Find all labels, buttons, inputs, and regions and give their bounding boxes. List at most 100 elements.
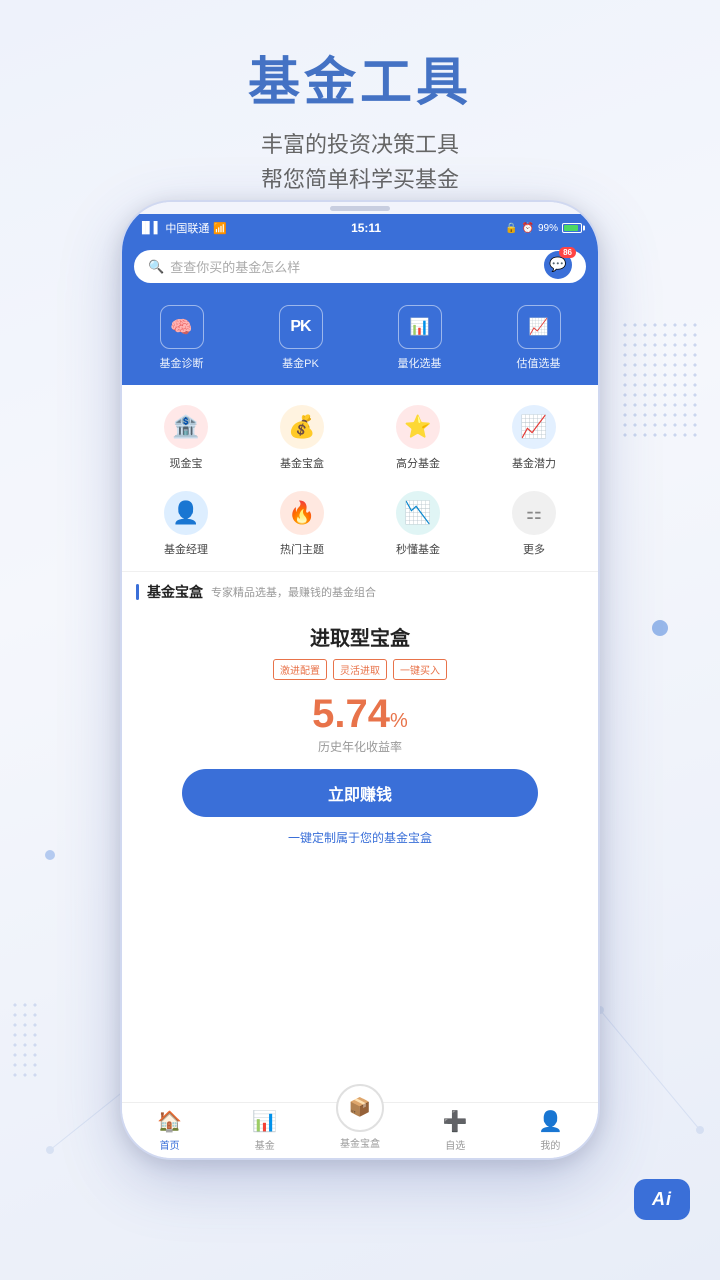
quick-icon-box: 💰: [280, 405, 324, 449]
nav-item-home[interactable]: 🏠 首页: [122, 1103, 217, 1158]
section-title: 基金宝盒: [147, 582, 203, 602]
quick-icon-understand: 📉: [396, 491, 440, 535]
fund-icon: 📊: [252, 1109, 277, 1134]
bg-decoration-circle2: [45, 850, 55, 860]
tool-icon-pk: PK: [279, 305, 323, 349]
quick-item-hot[interactable]: 🔥 热门主题: [246, 485, 358, 567]
nav-item-fundbox[interactable]: 📦 基金宝盒: [312, 1108, 407, 1154]
quick-icon-potential: 📈: [512, 405, 556, 449]
quick-item-understand[interactable]: 📉 秒懂基金: [362, 485, 474, 567]
nav-item-fund[interactable]: 📊 基金: [217, 1103, 312, 1158]
nav-item-mine[interactable]: 👤 我的: [503, 1103, 598, 1158]
message-count: 86: [559, 247, 576, 258]
mine-icon: 👤: [538, 1109, 563, 1134]
watchlist-icon: ➕: [443, 1109, 468, 1134]
quick-label-more: 更多: [523, 541, 545, 557]
message-icon: 💬: [549, 256, 566, 273]
quick-item-highscore[interactable]: ⭐ 高分基金: [362, 399, 474, 481]
quick-item-cash[interactable]: 🏦 现金宝: [130, 399, 242, 481]
phone-speaker: [330, 206, 390, 211]
fund-rate-label: 历史年化收益率: [138, 738, 582, 755]
fundbox-nav-icon: 📦: [349, 1097, 371, 1118]
section-subtitle: 专家精品选基，最赚钱的基金组合: [211, 584, 376, 600]
fund-rate-unit: %: [390, 710, 408, 732]
nav-label-watchlist: 自选: [445, 1137, 465, 1152]
battery-icon: [562, 223, 582, 233]
carrier-name: 中国联通: [165, 220, 209, 236]
quick-label-box: 基金宝盒: [280, 455, 324, 471]
quick-item-box[interactable]: 💰 基金宝盒: [246, 399, 358, 481]
search-bar[interactable]: 🔍 查查你买的基金怎么样 💬 86: [134, 250, 586, 283]
quick-icon-highscore: ⭐: [396, 405, 440, 449]
signal-icon: ▐▌▌: [138, 222, 161, 234]
page-subtitle: 丰富的投资决策工具 帮您简单科学买基金: [0, 127, 720, 197]
bg-decoration-dots-right: [620, 320, 700, 440]
fund-rate-display: 5.74%: [138, 694, 582, 734]
fund-rate-value: 5.74: [312, 692, 390, 736]
quick-icon-more: ⚏: [512, 491, 556, 535]
quick-item-potential[interactable]: 📈 基金潜力: [478, 399, 590, 481]
phone-top-bar: [122, 202, 598, 214]
nav-label-home: 首页: [160, 1137, 180, 1152]
search-placeholder[interactable]: 查查你买的基金怎么样: [170, 257, 572, 276]
status-time: 15:11: [351, 221, 381, 235]
home-icon: 🏠: [157, 1109, 182, 1134]
fund-customize-link[interactable]: 一键定制属于您的基金宝盒: [288, 831, 432, 845]
subtitle-line2: 帮您简单科学买基金: [0, 162, 720, 197]
quick-access-grid: 🏦 现金宝 💰 基金宝盒 ⭐ 高分基金 📈 基金潜力 👤 基金经理 🔥 热: [122, 385, 598, 571]
page-title: 基金工具: [0, 40, 720, 115]
tool-item-diagnosis[interactable]: 🧠 基金诊断: [122, 305, 241, 371]
tool-icon-quant: 📊: [398, 305, 442, 349]
fund-tags: 激进配置 灵活进取 一键买入: [138, 659, 582, 680]
fund-buy-button[interactable]: 立即赚钱: [182, 769, 537, 817]
fund-tag-1: 激进配置: [273, 659, 327, 680]
nav-item-watchlist[interactable]: ➕ 自选: [408, 1103, 503, 1158]
section-header: 基金宝盒 专家精品选基，最赚钱的基金组合: [122, 571, 598, 608]
fund-tag-3: 一键买入: [393, 659, 447, 680]
tool-item-quant[interactable]: 📊 量化选基: [360, 305, 479, 371]
app-header: 🔍 查查你买的基金怎么样 💬 86: [122, 242, 598, 295]
nav-center-button[interactable]: 📦: [336, 1084, 384, 1132]
status-right: 🔒 ⏰ 99%: [505, 223, 582, 234]
tool-item-pk[interactable]: PK 基金PK: [241, 305, 360, 371]
tool-icon-valuation: 📈: [517, 305, 561, 349]
tool-icon-diagnosis: 🧠: [160, 305, 204, 349]
quick-item-manager[interactable]: 👤 基金经理: [130, 485, 242, 567]
section-bar-indicator: [136, 584, 139, 600]
tool-label-diagnosis: 基金诊断: [160, 355, 204, 371]
lock-icon: 🔒: [505, 223, 517, 234]
wifi-icon: 📶: [213, 222, 227, 235]
battery-percent: 99%: [538, 223, 558, 234]
search-icon: 🔍: [148, 259, 164, 275]
message-icon-circle: 💬 86: [544, 251, 572, 279]
quick-icon-hot: 🔥: [280, 491, 324, 535]
nav-label-fundbox: 基金宝盒: [340, 1135, 380, 1150]
message-badge[interactable]: 💬 86: [544, 251, 576, 283]
alarm-icon: ⏰: [522, 223, 534, 234]
quick-icon-manager: 👤: [164, 491, 208, 535]
fund-card: 进取型宝盒 激进配置 灵活进取 一键买入 5.74% 历史年化收益率 立即赚钱 …: [122, 608, 598, 861]
tool-label-quant: 量化选基: [398, 355, 442, 371]
ai-badge[interactable]: Ai: [634, 1179, 690, 1220]
status-bar: ▐▌▌ 中国联通 📶 15:11 🔒 ⏰ 99%: [122, 214, 598, 242]
bg-decoration-circle1: [652, 620, 668, 636]
quick-label-cash: 现金宝: [170, 455, 203, 471]
quick-item-more[interactable]: ⚏ 更多: [478, 485, 590, 567]
content-area: 🏦 现金宝 💰 基金宝盒 ⭐ 高分基金 📈 基金潜力 👤 基金经理 🔥 热: [122, 385, 598, 861]
quick-label-hot: 热门主题: [280, 541, 324, 557]
fund-card-title: 进取型宝盒: [138, 622, 582, 651]
tool-icons-row: 🧠 基金诊断 PK 基金PK 📊 量化选基 📈 估值选基: [122, 295, 598, 385]
quick-label-manager: 基金经理: [164, 541, 208, 557]
nav-label-fund: 基金: [255, 1137, 275, 1152]
fund-tag-2: 灵活进取: [333, 659, 387, 680]
quick-label-understand: 秒懂基金: [396, 541, 440, 557]
tool-label-valuation: 估值选基: [517, 355, 561, 371]
status-left: ▐▌▌ 中国联通 📶: [138, 220, 227, 236]
subtitle-line1: 丰富的投资决策工具: [0, 127, 720, 162]
tool-item-valuation[interactable]: 📈 估值选基: [479, 305, 598, 371]
nav-label-mine: 我的: [540, 1137, 560, 1152]
quick-icon-cash: 🏦: [164, 405, 208, 449]
quick-label-potential: 基金潜力: [512, 455, 556, 471]
page-header: 基金工具 丰富的投资决策工具 帮您简单科学买基金: [0, 0, 720, 217]
phone-mockup: ▐▌▌ 中国联通 📶 15:11 🔒 ⏰ 99% 🔍 查查你买的基金怎么样 💬 …: [120, 200, 600, 1160]
